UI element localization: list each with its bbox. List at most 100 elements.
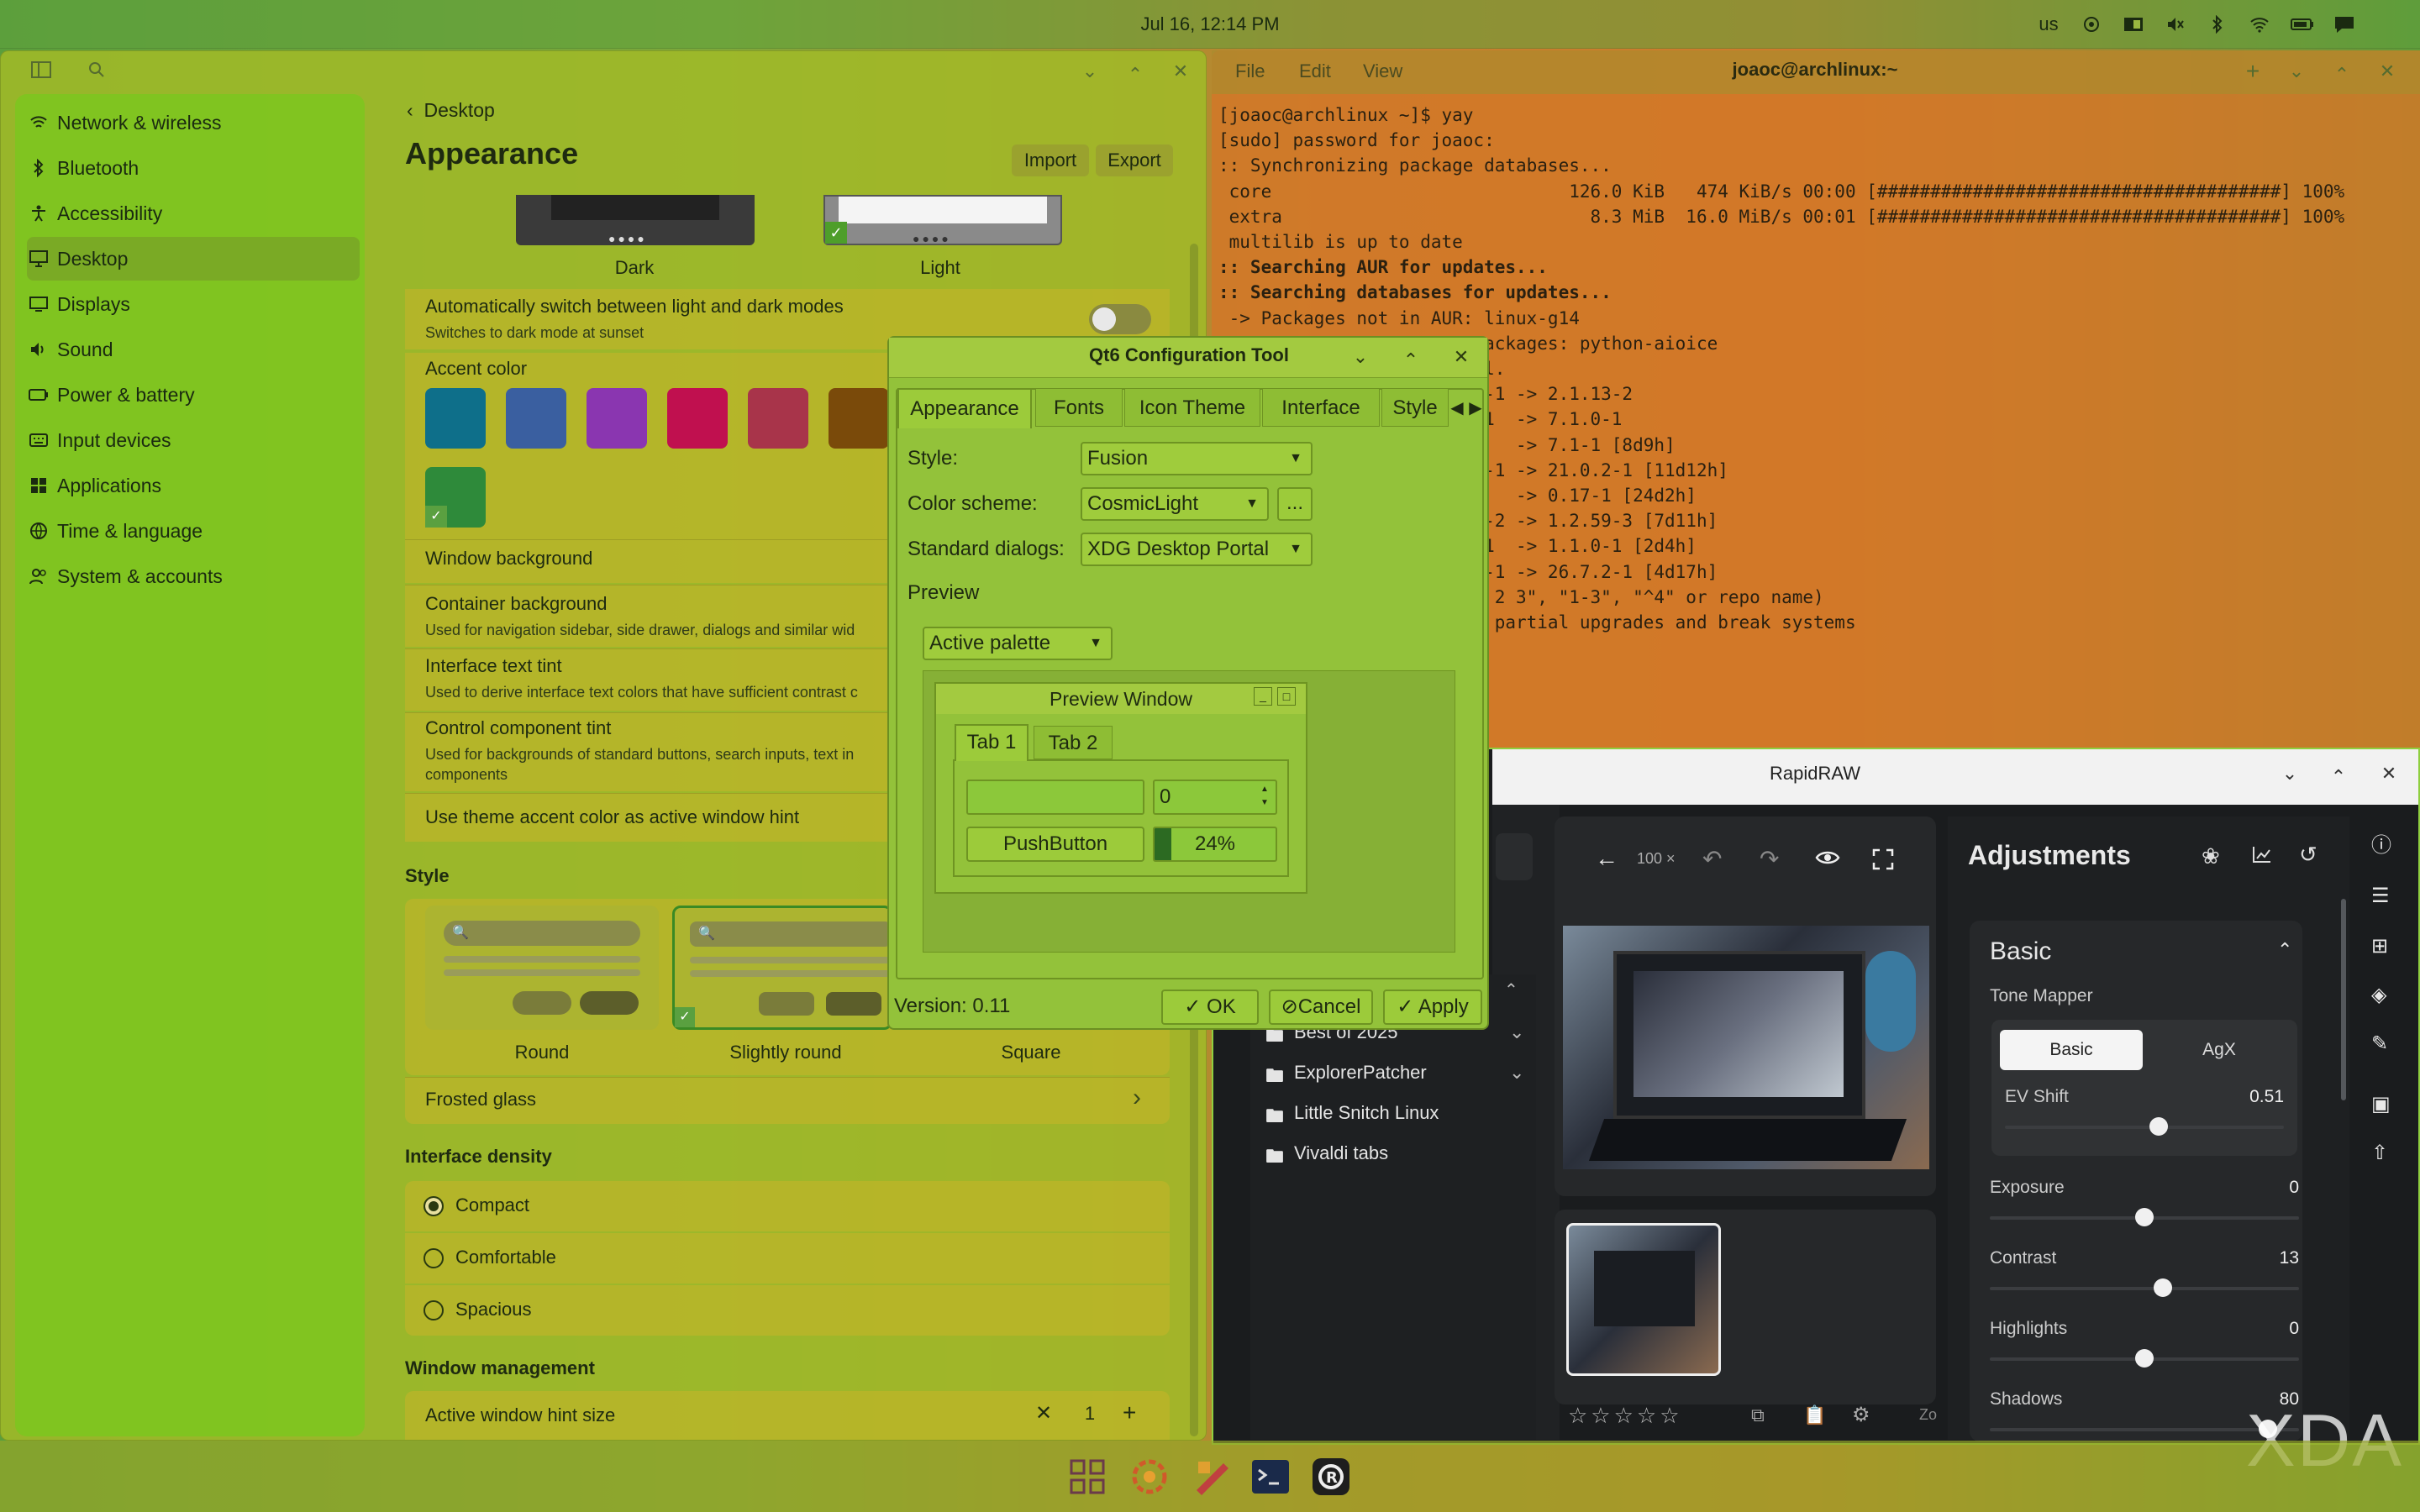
presets-icon[interactable]: ▣ [2371,1092,2391,1116]
sidebar-toggle-icon[interactable] [30,60,55,86]
folder-item[interactable]: 🖿 Little Snitch Linux [1265,1102,1534,1132]
filmstrip-thumbnail[interactable] [1566,1223,1721,1376]
tab-scroll-left-icon[interactable]: ◀ [1449,393,1465,423]
bluetooth-icon[interactable] [2203,12,2232,37]
close-icon[interactable]: ✕ [1168,59,1193,84]
accent-swatch[interactable] [667,388,728,449]
light-mode-preview[interactable]: ●●●● ✓ [823,195,1062,245]
new-tab-icon[interactable]: + [2240,59,2265,84]
preview-spinbox[interactable]: 0 [1153,780,1277,815]
aperture-icon[interactable]: ❀ [2202,843,2220,869]
chevron-down-icon[interactable]: ⌄ [1348,344,1373,370]
spin-arrows-icon[interactable]: ▲ ▼ [1260,783,1269,810]
accent-swatch[interactable] [748,388,808,449]
color-scheme-more-button[interactable]: ... [1277,487,1313,521]
photo-preview[interactable] [1563,926,1929,1169]
reset-icon[interactable]: ↺ [2299,842,2317,868]
search-icon[interactable] [87,60,113,86]
folder-item[interactable]: 🖿 Vivaldi tabs [1265,1142,1534,1173]
sidebar-item-accessibility[interactable]: Accessibility [27,192,360,235]
terminal-menu-view[interactable]: View [1363,60,1422,82]
sidebar-item-time-language[interactable]: Time & language [27,509,360,553]
close-icon[interactable]: ✕ [2376,761,2402,786]
copy-icon[interactable]: ⧉ [1751,1404,1765,1426]
adjustment-slider[interactable] [1990,1287,2299,1290]
accent-swatch[interactable] [587,388,647,449]
adjustments-scrollbar[interactable] [2341,899,2346,1100]
sidebar-item-input-devices[interactable]: Input devices [27,418,360,462]
preview-tab-1[interactable]: Tab 1 [955,724,1028,761]
custom-accent-swatch[interactable]: ✓ [425,467,486,528]
sidebar-item-applications[interactable]: Applications [27,464,360,507]
auto-switch-toggle[interactable] [1089,304,1151,334]
app-grid-icon[interactable] [1069,1458,1106,1495]
style-combo[interactable]: Fusion ▼ [1081,442,1313,475]
terminal-menu-edit[interactable]: Edit [1299,60,1358,82]
sidebar-item-power-battery[interactable]: Power & battery [27,373,360,417]
cancel-button[interactable]: ⊘Cancel [1269,990,1373,1025]
dark-mode-preview[interactable]: ●●●● [516,195,755,245]
back-arrow-icon[interactable]: ← [1595,845,1618,872]
qt6-tab-icon-theme[interactable]: Icon Theme [1124,388,1260,427]
color-scheme-combo[interactable]: CosmicLight ▼ [1081,487,1269,521]
tone-mapper-agx[interactable]: AgX [2148,1030,2291,1070]
accent-swatch[interactable] [425,388,486,449]
sidebar-item-bluetooth[interactable]: Bluetooth [27,146,360,190]
chevron-up-icon[interactable]: ⌃ [2326,764,2351,790]
export-button[interactable]: Export [1096,144,1173,176]
style-round-option[interactable]: 🔍 [425,906,659,1030]
decrement-icon[interactable]: ✕ [1035,1401,1055,1426]
folder-search-box[interactable] [1496,833,1533,880]
export-icon[interactable]: ⇧ [2371,1141,2388,1165]
chevron-up-icon[interactable]: ⌃ [2277,939,2292,961]
radio-button[interactable] [424,1196,444,1216]
terminal-menu-file[interactable]: File [1235,60,1294,82]
qt6-tab-fonts[interactable]: Fonts [1035,388,1123,427]
adjustment-slider[interactable] [2005,1126,2284,1129]
sidebar-item-displays[interactable]: Displays [27,282,360,326]
star-rating[interactable]: ☆☆☆☆☆ [1568,1403,1702,1429]
window-icon[interactable] [2119,12,2148,37]
redo-icon[interactable]: ↷ [1760,845,1779,873]
info-icon[interactable]: ⓘ [2371,828,2391,858]
chevron-up-icon[interactable]: ⌃ [1123,62,1148,87]
increment-icon[interactable]: + [1123,1399,1143,1425]
qt6-tab-style[interactable]: Style [1381,388,1449,427]
tone-mapper-basic[interactable]: Basic [2000,1030,2143,1070]
sidebar-item-desktop[interactable]: Desktop [27,237,360,281]
chevron-up-icon[interactable]: ⌃ [1504,979,1518,1000]
eye-icon[interactable] [1815,848,1840,867]
terminal-app-icon[interactable] [1250,1458,1291,1495]
apply-button[interactable]: ✓ Apply [1383,990,1482,1025]
sync-icon[interactable] [2077,12,2106,37]
chevron-up-icon[interactable]: ⌃ [1398,348,1423,373]
settings-app-icon[interactable] [1129,1457,1170,1497]
chevron-down-icon[interactable]: ⌄ [2284,59,2309,84]
density-option-compact[interactable]: Compact [405,1181,1170,1231]
tab-scroll-right-icon[interactable]: ▶ [1467,393,1484,423]
clock[interactable]: Jul 16, 12:14 PM [1092,0,1328,49]
ok-button[interactable]: ✓ OK [1161,990,1259,1025]
sliders-icon[interactable]: ☰ [2371,884,2390,908]
import-button[interactable]: Import [1012,144,1089,176]
mute-icon[interactable] [2161,12,2190,37]
slider-knob[interactable] [2149,1117,2168,1136]
standard-dialogs-combo[interactable]: XDG Desktop Portal ▼ [1081,533,1313,566]
sidebar-item-network-wireless[interactable]: Network & wireless [27,101,360,144]
layers-icon[interactable]: ◈ [2371,983,2386,1007]
breadcrumb[interactable]: ‹ Desktop [407,96,592,124]
density-option-comfortable[interactable]: Comfortable [405,1233,1170,1284]
radio-button[interactable] [424,1248,444,1268]
palette-combo[interactable]: Active palette ▼ [923,627,1113,660]
slider-knob[interactable] [2135,1208,2154,1226]
radio-button[interactable] [424,1300,444,1320]
wifi-icon[interactable] [2245,12,2274,37]
keyboard-layout[interactable]: us [2032,12,2065,37]
close-icon[interactable]: ✕ [1449,344,1474,370]
qt6-tab-appearance[interactable]: Appearance [897,388,1032,428]
preview-push-button[interactable]: PushButton [966,827,1144,862]
close-icon[interactable]: ✕ [2375,59,2400,84]
rapidraw-app-icon[interactable]: R [1311,1457,1351,1497]
accent-swatch[interactable] [829,388,889,449]
fullscreen-icon[interactable] [1872,848,1894,870]
